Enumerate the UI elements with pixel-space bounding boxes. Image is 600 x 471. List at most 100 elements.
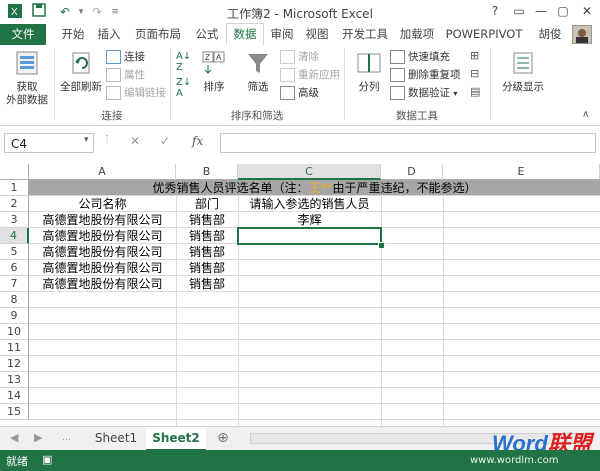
selected-cell[interactable] [237, 227, 382, 245]
header-cell-company[interactable]: 公司名称 [29, 196, 176, 212]
row-header[interactable]: 2 [0, 196, 29, 212]
sort-za-button[interactable]: Z↓ A [176, 77, 196, 99]
advanced-label: 高级 [298, 87, 319, 99]
header-cell-dept[interactable]: 部门 [176, 196, 238, 212]
column-header-d[interactable]: D [381, 164, 443, 180]
column-header-e[interactable]: E [443, 164, 600, 180]
data-validation-button[interactable]: 数据验证 ▾ [390, 85, 457, 102]
prompt-cell[interactable]: 请输入参选的销售人员 [238, 196, 381, 212]
column-header-c[interactable]: C [238, 164, 381, 180]
gridline [29, 339, 600, 340]
dept-cell[interactable]: 销售部 [176, 244, 238, 260]
candidate-cell[interactable]: 李辉 [238, 212, 381, 228]
customize-icon[interactable]: ≡ [106, 3, 124, 21]
title-cell[interactable]: 优秀销售人员评选名单（注：王**由于严重违纪，不能参选） [29, 180, 600, 195]
company-cell[interactable]: 高德置地股份有限公司 [29, 276, 176, 292]
minimize-button[interactable]: — [530, 2, 552, 20]
row-header[interactable]: 11 [0, 340, 29, 356]
add-sheet-icon[interactable]: ⊕ [214, 429, 232, 447]
row-header[interactable]: 12 [0, 356, 29, 372]
svg-text:A: A [216, 53, 222, 62]
advanced-button[interactable]: 高级 [280, 85, 319, 102]
row-header[interactable]: 1 [0, 180, 29, 196]
more-sheets-icon[interactable]: … [62, 433, 71, 443]
outline-button[interactable]: 分级显示 [496, 49, 550, 94]
refresh-all-button[interactable]: 全部刷新 [58, 49, 104, 94]
column-header-a[interactable]: A [29, 164, 176, 180]
insert-function-button[interactable]: fx [192, 134, 203, 148]
dept-cell[interactable]: 销售部 [176, 276, 238, 292]
sort-button[interactable]: ZA 排序 [198, 49, 230, 94]
column-header-b[interactable]: B [176, 164, 238, 180]
reapply-button[interactable]: 重新应用 [280, 67, 340, 84]
remove-duplicates-button[interactable]: 删除重复项 [390, 67, 461, 84]
tab-page-layout[interactable]: 页面布局 [130, 24, 186, 45]
properties-button[interactable]: 属性 [106, 67, 145, 84]
row-header[interactable]: 9 [0, 308, 29, 324]
tab-insert[interactable]: 插入 [92, 24, 126, 45]
what-if-icon[interactable]: ▤ [470, 85, 480, 98]
edit-links-button[interactable]: 编辑链接 [106, 85, 166, 102]
user-name[interactable]: 胡俊 [532, 24, 568, 45]
company-cell[interactable]: 高德置地股份有限公司 [29, 260, 176, 276]
flash-fill-button[interactable]: 快速填充 [390, 49, 450, 66]
filter-button[interactable]: 筛选 [240, 49, 276, 94]
avatar[interactable] [572, 25, 592, 44]
tab-powerpivot[interactable]: POWERPIVOT [442, 24, 526, 45]
consolidate-icon[interactable]: ⊞ [470, 49, 479, 62]
watermark-url: www.wordlm.com [470, 455, 559, 466]
row-header[interactable]: 6 [0, 260, 29, 276]
get-external-data-button[interactable]: 获取 外部数据 [2, 49, 52, 107]
cancel-icon[interactable]: ✕ [130, 134, 140, 148]
dept-cell[interactable]: 销售部 [176, 228, 238, 244]
dept-cell[interactable]: 销售部 [176, 212, 238, 228]
fill-handle[interactable] [378, 242, 385, 249]
prev-sheet-icon[interactable]: ◀ [10, 431, 18, 444]
tab-view[interactable]: 视图 [300, 24, 334, 45]
select-all-corner[interactable] [0, 164, 29, 180]
help-button[interactable]: ? [484, 2, 506, 20]
row-header[interactable]: 5 [0, 244, 29, 260]
sort-az-button[interactable]: A↓ Z [176, 51, 196, 73]
name-box-dropdown-icon[interactable]: ▾ [84, 135, 89, 145]
row-header[interactable]: 14 [0, 388, 29, 404]
tab-data[interactable]: 数据 [226, 23, 264, 46]
tab-developer[interactable]: 开发工具 [338, 24, 392, 45]
row-header[interactable]: 15 [0, 404, 29, 420]
connections-button[interactable]: 连接 [106, 49, 145, 66]
row-header[interactable]: 3 [0, 212, 29, 228]
enter-icon[interactable]: ✓ [160, 134, 170, 148]
row-header[interactable]: 7 [0, 276, 29, 292]
name-box[interactable]: C4 [4, 133, 94, 153]
tab-formulas[interactable]: 公式 [190, 24, 224, 45]
tab-home[interactable]: 开始 [56, 24, 90, 45]
dept-cell[interactable]: 销售部 [176, 260, 238, 276]
ribbon-display-button[interactable]: ▭ [508, 2, 530, 20]
row-header[interactable]: 8 [0, 292, 29, 308]
sheet-tab-sheet2[interactable]: Sheet2 [146, 427, 206, 451]
next-sheet-icon[interactable]: ▶ [34, 431, 42, 444]
tab-review[interactable]: 审阅 [266, 24, 298, 45]
close-button[interactable]: ✕ [576, 2, 598, 20]
row-header[interactable]: 13 [0, 372, 29, 388]
row-header[interactable]: 4 [0, 228, 29, 244]
tab-addins[interactable]: 加载项 [396, 24, 438, 45]
sheet-tab-sheet1[interactable]: Sheet1 [86, 427, 146, 449]
text-to-columns-button[interactable]: 分列 [352, 49, 386, 94]
company-cell[interactable]: 高德置地股份有限公司 [29, 212, 176, 228]
tab-file[interactable]: 文件 [0, 24, 46, 45]
collapse-ribbon-icon[interactable]: ∧ [582, 109, 589, 120]
excel-logo-icon[interactable]: X [6, 3, 24, 21]
clear-button[interactable]: 清除 [280, 49, 319, 66]
macro-record-icon[interactable]: ▣ [42, 453, 52, 466]
more-icon: ⋮ [102, 134, 112, 145]
sort-ascending-icon: A↓ Z [176, 51, 192, 73]
company-cell[interactable]: 高德置地股份有限公司 [29, 244, 176, 260]
relationships-icon[interactable]: ⊟ [470, 67, 479, 80]
formula-input[interactable] [220, 133, 596, 153]
row-header[interactable]: 10 [0, 324, 29, 340]
company-cell[interactable]: 高德置地股份有限公司 [29, 228, 176, 244]
maximize-button[interactable]: ▢ [552, 2, 574, 20]
save-icon[interactable] [30, 3, 48, 21]
redo-icon[interactable]: ↷ [88, 3, 106, 21]
